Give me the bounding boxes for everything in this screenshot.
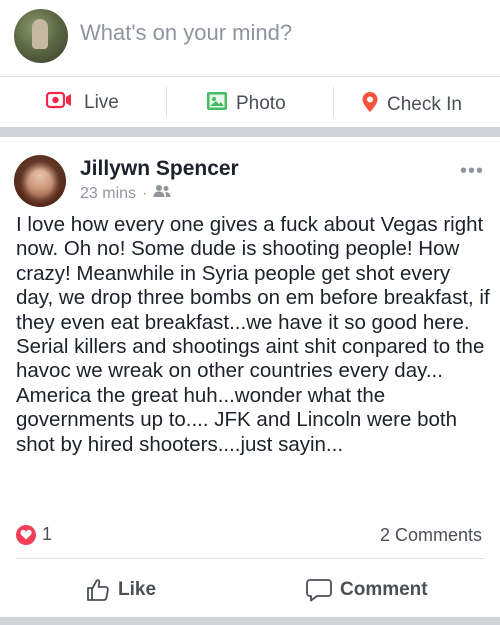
meta-separator: · [142,184,148,202]
thumbs-up-icon [86,578,110,602]
reaction-summary[interactable]: 1 [16,524,52,545]
author-avatar[interactable] [14,155,66,207]
location-pin-icon [361,91,379,119]
friends-icon[interactable] [153,184,171,203]
check-in-label: Check In [387,94,462,115]
photo-button[interactable]: Photo [206,91,286,117]
section-divider [0,127,500,137]
divider [166,87,167,117]
photo-label: Photo [236,93,286,114]
comment-label: Comment [340,579,428,600]
composer-actions: Live Photo Check In [0,77,500,127]
divider [16,558,484,559]
composer: What's on your mind? [0,0,500,76]
comments-count-link[interactable]: 2 Comments [380,525,482,546]
post-meta: 23 mins · [80,184,171,203]
comment-bubble-icon [306,578,332,602]
section-divider [0,617,500,625]
author-name[interactable]: Jillywn Spencer [80,157,239,181]
live-button[interactable]: Live [45,91,119,115]
divider [333,87,334,117]
live-label: Live [84,92,119,113]
photo-icon [206,91,228,117]
post-time[interactable]: 23 mins [80,185,136,203]
live-video-icon [45,91,76,115]
status-input[interactable]: What's on your mind? [80,20,292,46]
heart-reaction-icon [16,524,36,545]
avatar[interactable] [14,9,68,63]
post-text: I love how every one gives a fuck about … [16,213,490,456]
comment-button[interactable]: Comment [306,578,428,602]
more-options-icon[interactable]: ••• [460,160,484,183]
check-in-button[interactable]: Check In [361,91,462,119]
like-label: Like [118,579,157,600]
like-button[interactable]: Like [86,578,156,602]
reaction-count: 1 [42,524,53,544]
